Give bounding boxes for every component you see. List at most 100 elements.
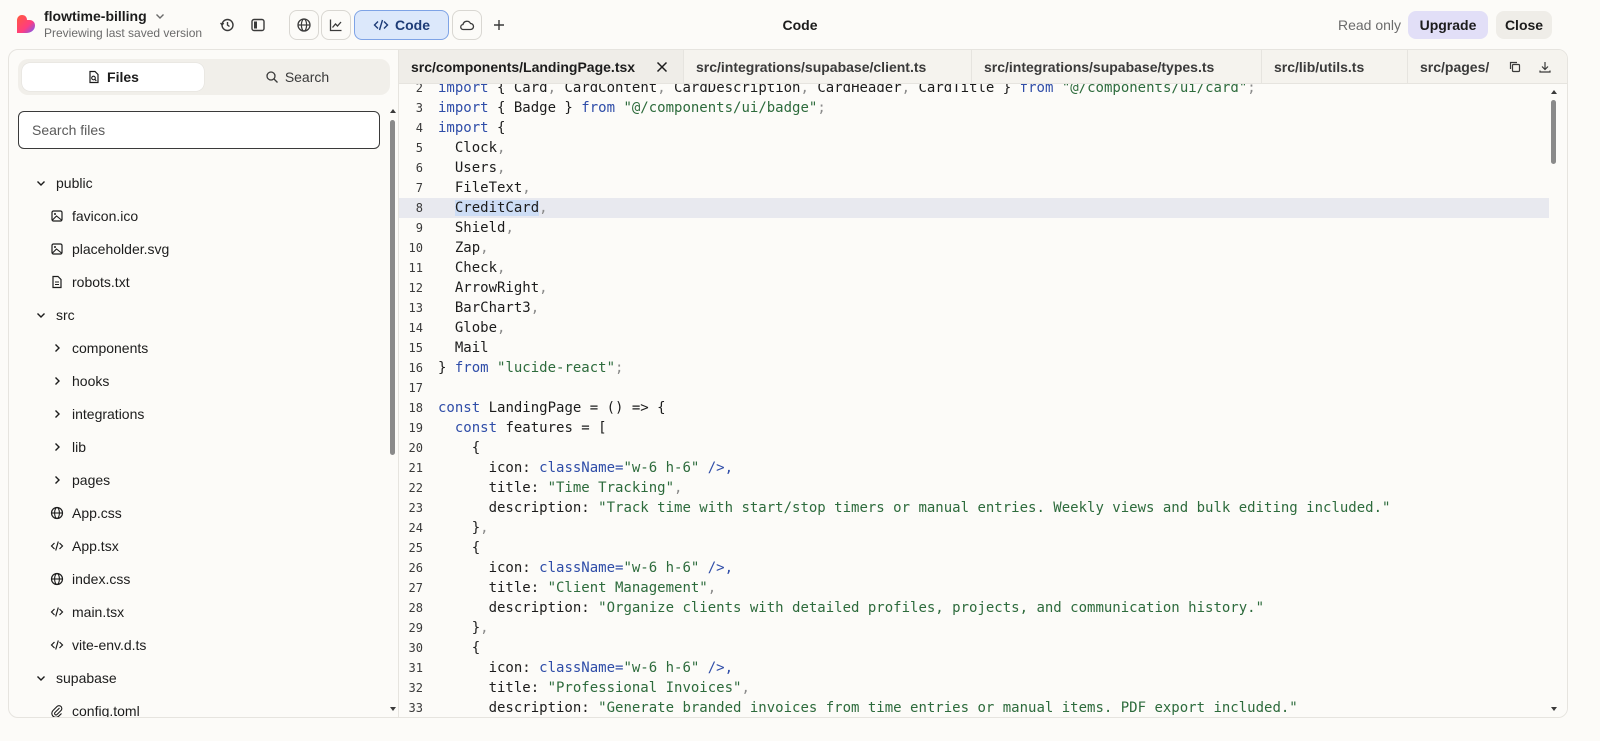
editor-tab-actions <box>1491 50 1567 83</box>
sidebar-scroll-thumb[interactable] <box>390 120 395 455</box>
scroll-down-icon[interactable] <box>389 705 397 713</box>
code-line[interactable]: 5 Clock, <box>399 138 1549 158</box>
code-file-icon <box>50 606 64 617</box>
tab-search[interactable]: Search <box>208 63 386 91</box>
code-text: title: "Professional Invoices", <box>438 680 750 696</box>
scroll-up-icon[interactable] <box>389 107 397 115</box>
tree-folder[interactable]: integrations <box>50 397 144 430</box>
tree-file[interactable]: App.css <box>50 496 122 529</box>
close-button[interactable]: Close <box>1496 11 1552 39</box>
code-text: } from "lucide-react"; <box>438 360 624 376</box>
code-line[interactable]: 23 description: "Track time with start/s… <box>399 498 1549 518</box>
code-line[interactable]: 19 const features = [ <box>399 418 1549 438</box>
code-line[interactable]: 26 icon: className="w-6 h-6" />, <box>399 558 1549 578</box>
close-tab-icon[interactable] <box>654 59 670 75</box>
line-number: 6 <box>415 161 423 175</box>
add-view-button[interactable] <box>484 10 514 40</box>
code-text: title: "Client Management", <box>438 580 717 596</box>
code-line[interactable]: 27 title: "Client Management", <box>399 578 1549 598</box>
lovable-heart-logo-icon[interactable] <box>16 14 36 34</box>
tree-folder[interactable]: pages <box>50 463 110 496</box>
tree-file[interactable]: placeholder.svg <box>50 232 169 265</box>
line-number: 20 <box>408 441 423 455</box>
editor-scroll-up-icon[interactable] <box>1550 88 1558 96</box>
code-text: FileText, <box>438 180 531 196</box>
code-line[interactable]: 22 title: "Time Tracking", <box>399 478 1549 498</box>
tree-file[interactable]: robots.txt <box>50 265 130 298</box>
tree-file[interactable]: main.tsx <box>50 595 124 628</box>
editor-scroll-thumb[interactable] <box>1551 100 1556 164</box>
line-number: 31 <box>408 661 423 675</box>
code-line[interactable]: 3 import { Badge } from "@/components/ui/… <box>399 98 1549 118</box>
code-line[interactable]: 18 const LandingPage = () => { <box>399 398 1549 418</box>
tree-item-label: App.css <box>72 504 122 521</box>
tree-file[interactable]: favicon.ico <box>50 199 138 232</box>
code-line[interactable]: 32 title: "Professional Invoices", <box>399 678 1549 698</box>
editor-scroll-down-icon[interactable] <box>1550 705 1558 713</box>
line-number: 23 <box>408 501 423 515</box>
code-text: import { Badge } from "@/components/ui/b… <box>438 100 826 116</box>
code-line[interactable]: 28 description: "Organize clients with d… <box>399 598 1549 618</box>
code-line[interactable]: 11 Check, <box>399 258 1549 278</box>
line-number: 8 <box>415 201 423 215</box>
code-line[interactable]: 29 }, <box>399 618 1549 638</box>
line-number: 26 <box>408 561 423 575</box>
code-line[interactable]: 4 import { <box>399 118 1549 138</box>
tree-folder[interactable]: src <box>34 298 75 331</box>
code-line[interactable]: 20 { <box>399 438 1549 458</box>
code-line[interactable]: 8 CreditCard, <box>399 198 1549 218</box>
code-area[interactable]: 2 import { Card, CardContent, CardDescrip… <box>399 78 1549 717</box>
code-file-icon <box>50 540 64 551</box>
download-icon[interactable] <box>1538 60 1552 74</box>
tree-folder[interactable]: supabase <box>34 661 117 694</box>
preview-button[interactable] <box>289 10 319 40</box>
tree-folder[interactable]: components <box>50 331 148 364</box>
code-line[interactable]: 21 icon: className="w-6 h-6" />, <box>399 458 1549 478</box>
code-icon <box>373 19 389 31</box>
code-line[interactable]: 7 FileText, <box>399 178 1549 198</box>
tree-file[interactable]: vite-env.d.ts <box>50 628 146 661</box>
tree-folder[interactable]: hooks <box>50 364 109 397</box>
line-number: 25 <box>408 541 423 555</box>
tree-file[interactable]: config.toml <box>50 694 140 717</box>
code-line[interactable]: 10 Zap, <box>399 238 1549 258</box>
code-line[interactable]: 17 <box>399 378 1549 398</box>
tree-folder[interactable]: lib <box>50 430 86 463</box>
cloud-button[interactable] <box>452 10 482 40</box>
history-button[interactable] <box>212 10 242 40</box>
code-line[interactable]: 33 description: "Generate branded invoic… <box>399 698 1549 717</box>
tree-folder[interactable]: public <box>34 166 93 199</box>
code-line[interactable]: 12 ArrowRight, <box>399 278 1549 298</box>
editor-tab[interactable]: src/integrations/supabase/client.ts <box>684 50 972 83</box>
code-line[interactable]: 15 Mail <box>399 338 1549 358</box>
code-text: }, <box>438 620 489 636</box>
code-line[interactable]: 13 BarChart3, <box>399 298 1549 318</box>
editor-tab[interactable]: src/integrations/supabase/types.ts <box>972 50 1262 83</box>
tree-item-label: vite-env.d.ts <box>72 636 147 653</box>
code-text: CreditCard, <box>454 200 548 216</box>
globe-icon <box>297 18 311 32</box>
chevron-down-icon[interactable] <box>153 9 167 23</box>
analytics-button[interactable] <box>321 10 351 40</box>
editor-tab[interactable]: src/lib/utils.ts <box>1262 50 1408 83</box>
search-files-input[interactable] <box>18 111 380 149</box>
code-line[interactable]: 9 Shield, <box>399 218 1549 238</box>
code-line[interactable]: 30 { <box>399 638 1549 658</box>
code-line[interactable]: 25 { <box>399 538 1549 558</box>
code-line[interactable]: 6 Users, <box>399 158 1549 178</box>
code-line[interactable]: 31 icon: className="w-6 h-6" />, <box>399 658 1549 678</box>
toggle-sidebar-button[interactable] <box>243 10 273 40</box>
code-line[interactable]: 14 Globe, <box>399 318 1549 338</box>
tree-file[interactable]: index.css <box>50 562 130 595</box>
image-file-icon <box>51 209 63 222</box>
copy-icon[interactable] <box>1508 60 1522 74</box>
tree-file[interactable]: App.tsx <box>50 529 119 562</box>
code-text: Zap, <box>438 240 489 256</box>
code-view-button[interactable]: Code <box>354 10 449 40</box>
editor-tab[interactable]: src/components/LandingPage.tsx <box>399 50 684 83</box>
upgrade-button[interactable]: Upgrade <box>1408 11 1488 39</box>
code-line[interactable]: 24 }, <box>399 518 1549 538</box>
code-line[interactable]: 16} from "lucide-react"; <box>399 358 1549 378</box>
tab-files[interactable]: Files <box>22 63 204 91</box>
project-name[interactable]: flowtime-billing <box>44 8 147 24</box>
